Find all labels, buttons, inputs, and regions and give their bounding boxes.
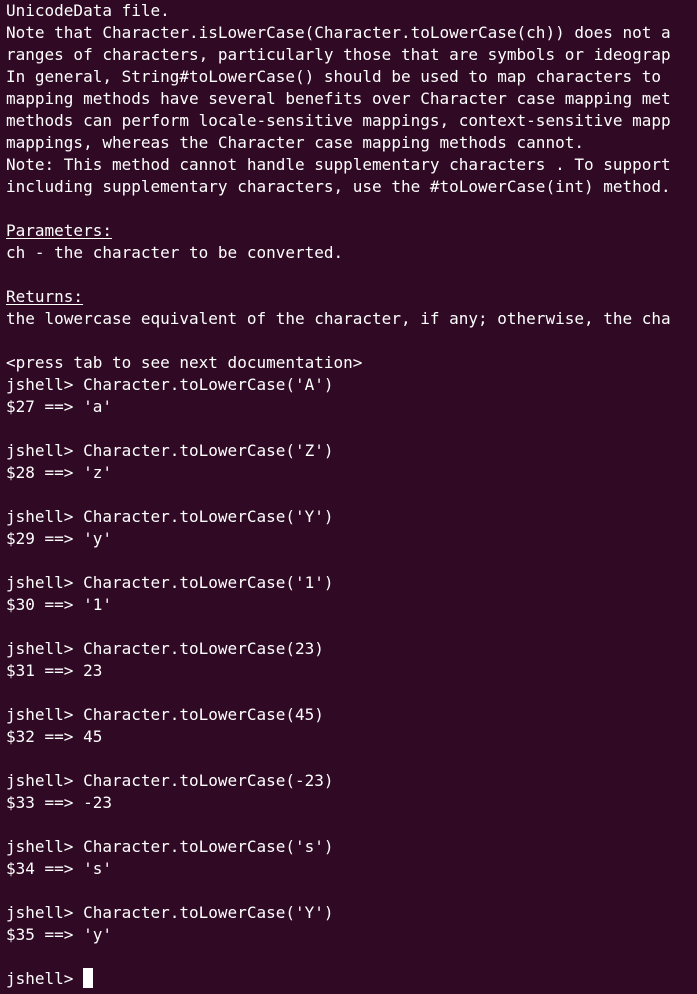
params-heading: Parameters: (6, 221, 112, 240)
result-line: $35 ==> 'y' (6, 925, 112, 944)
doc-line: methods can perform locale-sensitive map… (6, 111, 671, 130)
command-line: jshell> Character.toLowerCase('Z') (6, 441, 334, 460)
result-line: $33 ==> -23 (6, 793, 112, 812)
result-line: $27 ==> 'a' (6, 397, 112, 416)
result-line: $30 ==> '1' (6, 595, 112, 614)
command-line: jshell> Character.toLowerCase('s') (6, 837, 334, 856)
result-line: $34 ==> 's' (6, 859, 112, 878)
active-prompt-line[interactable]: jshell> (6, 968, 697, 990)
returns-heading-line: Returns: (6, 286, 697, 308)
doc-line: ranges of characters, particularly those… (6, 45, 671, 64)
result-line: $28 ==> 'z' (6, 463, 112, 482)
result-line: $32 ==> 45 (6, 727, 103, 746)
command-line: jshell> Character.toLowerCase(45) (6, 705, 324, 724)
doc-line: UnicodeData file. (6, 1, 170, 20)
doc-line: Note that Character.isLowerCase(Characte… (6, 23, 671, 42)
returns-heading: Returns: (6, 287, 84, 306)
command-line: jshell> Character.toLowerCase(23) (6, 639, 324, 658)
doc-line: including supplementary characters, use … (6, 177, 671, 196)
returns-text: the lowercase equivalent of the characte… (6, 309, 671, 328)
doc-line: mappings, whereas the Character case map… (6, 133, 584, 152)
result-line: $29 ==> 'y' (6, 529, 112, 548)
command-line: jshell> Character.toLowerCase('Y') (6, 507, 334, 526)
text-cursor (83, 968, 94, 988)
active-prompt: jshell> (6, 969, 84, 988)
doc-line: mapping methods have several benefits ov… (6, 89, 671, 108)
params-text: ch - the character to be converted. (6, 243, 344, 262)
command-line: jshell> Character.toLowerCase('A') (6, 375, 334, 394)
doc-line: In general, String#toLowerCase() should … (6, 67, 662, 86)
doc-line: Note: This method cannot handle suppleme… (6, 155, 671, 174)
command-line: jshell> Character.toLowerCase('1') (6, 573, 334, 592)
tab-hint: <press tab to see next documentation> (6, 353, 363, 372)
params-heading-line: Parameters: (6, 220, 697, 242)
terminal-window[interactable]: UnicodeData file. Note that Character.is… (0, 0, 697, 994)
command-line: jshell> Character.toLowerCase('Y') (6, 903, 334, 922)
result-line: $31 ==> 23 (6, 661, 103, 680)
command-line: jshell> Character.toLowerCase(-23) (6, 771, 334, 790)
